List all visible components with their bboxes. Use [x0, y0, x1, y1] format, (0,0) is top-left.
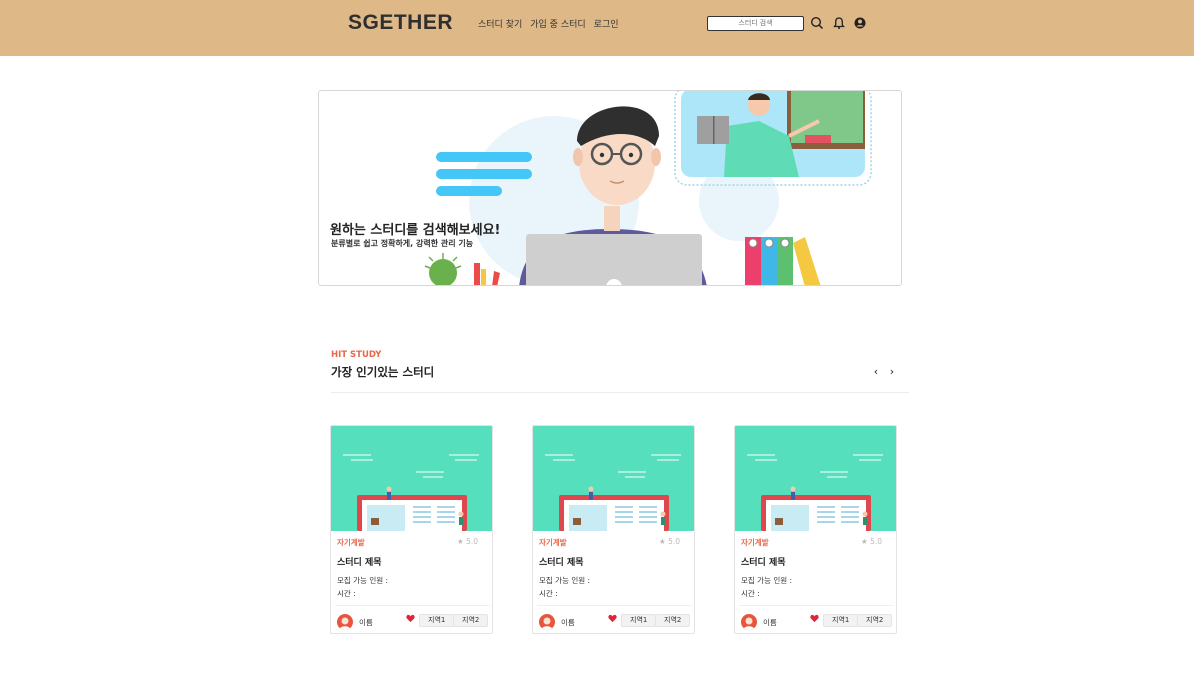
card-time: 시간 :: [741, 589, 760, 598]
avatar: [337, 614, 353, 630]
study-card-image: [331, 426, 492, 531]
section-title: 가장 인기있는 스터디: [331, 365, 435, 379]
avatar: [741, 614, 757, 630]
region-tag[interactable]: 지역2: [655, 614, 691, 627]
nav-find-study[interactable]: 스터디 찾기: [478, 17, 522, 30]
card-rating-value: 5.0: [466, 537, 478, 546]
nav-login[interactable]: 로그인: [594, 17, 619, 30]
card-capacity: 모집 가능 인원 :: [337, 576, 389, 585]
hero-illustration: [424, 91, 872, 285]
heart-icon[interactable]: [810, 614, 819, 623]
card-rating: ★ 5.0: [861, 537, 882, 546]
bell-icon[interactable]: [832, 16, 846, 30]
card-author: 이름: [763, 618, 777, 627]
study-card-image: [735, 426, 896, 531]
card-category: 자기계발: [741, 538, 769, 547]
card-category: 자기계발: [337, 538, 365, 547]
card-rating: ★ 5.0: [659, 537, 680, 546]
star-icon: ★: [456, 537, 464, 546]
study-card-image: [533, 426, 694, 531]
hero-banner: 원하는 스터디를 검색해보세요! 분류별로 쉽고 정확하게, 강력한 관리 기능: [318, 90, 902, 286]
search-icon[interactable]: [810, 16, 824, 30]
card-divider: [537, 605, 692, 606]
user-icon[interactable]: [853, 16, 867, 30]
star-icon: ★: [658, 537, 666, 546]
study-card[interactable]: 자기계발 ★ 5.0 스터디 제목 모집 가능 인원 : 시간 : 이름 지역1…: [330, 425, 493, 634]
banner-subtitle: 분류별로 쉽고 정확하게, 강력한 관리 기능: [331, 239, 474, 248]
card-author: 이름: [359, 618, 373, 627]
nav-joined-study[interactable]: 가입 중 스터디: [530, 17, 585, 30]
card-category: 자기계발: [539, 538, 567, 547]
card-title: 스터디 제목: [741, 558, 786, 568]
region-tag[interactable]: 지역2: [453, 614, 489, 627]
card-time: 시간 :: [337, 589, 356, 598]
heart-icon[interactable]: [608, 614, 617, 623]
card-divider: [739, 605, 894, 606]
logo[interactable]: SGETHER: [348, 11, 453, 35]
star-icon: ★: [860, 537, 868, 546]
region-tag[interactable]: 지역2: [857, 614, 893, 627]
study-card[interactable]: 자기계발 ★ 5.0 스터디 제목 모집 가능 인원 : 시간 : 이름 지역1…: [532, 425, 695, 634]
header: SGETHER 스터디 찾기 가입 중 스터디 로그인: [0, 0, 1194, 56]
card-title: 스터디 제목: [337, 558, 382, 568]
avatar: [539, 614, 555, 630]
card-rating: ★ 5.0: [457, 537, 478, 546]
region-tag[interactable]: 지역1: [823, 614, 859, 627]
section-divider: [331, 392, 909, 393]
region-tag[interactable]: 지역1: [419, 614, 455, 627]
card-divider: [335, 605, 490, 606]
main-nav: 스터디 찾기 가입 중 스터디 로그인: [478, 17, 619, 30]
card-capacity: 모집 가능 인원 :: [539, 576, 591, 585]
study-card[interactable]: 자기계발 ★ 5.0 스터디 제목 모집 가능 인원 : 시간 : 이름 지역1…: [734, 425, 897, 634]
section-eyebrow: HIT STUDY: [331, 350, 382, 360]
chevron-left-icon[interactable]: ‹: [871, 366, 881, 378]
card-author: 이름: [561, 618, 575, 627]
card-rating-value: 5.0: [870, 537, 882, 546]
search-input[interactable]: [707, 16, 804, 31]
card-capacity: 모집 가능 인원 :: [741, 576, 793, 585]
banner-title: 원하는 스터디를 검색해보세요!: [330, 223, 501, 238]
chevron-right-icon[interactable]: ›: [887, 366, 897, 378]
card-title: 스터디 제목: [539, 558, 584, 568]
card-time: 시간 :: [539, 589, 558, 598]
card-rating-value: 5.0: [668, 537, 680, 546]
heart-icon[interactable]: [406, 614, 415, 623]
region-tag[interactable]: 지역1: [621, 614, 657, 627]
